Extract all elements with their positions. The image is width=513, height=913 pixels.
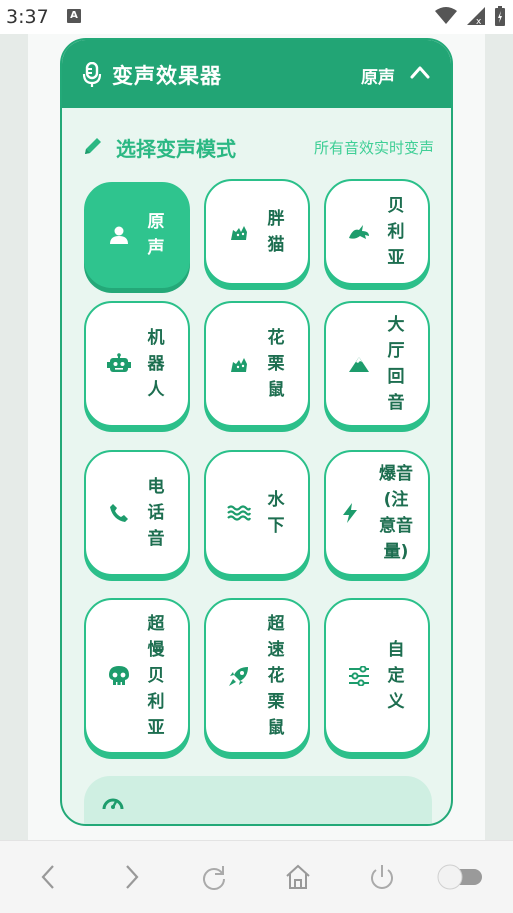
wifi-icon [435, 7, 457, 24]
cat-icon [227, 352, 251, 376]
mode-label: 超慢贝利亚 [147, 614, 165, 738]
mode-label: 胖猫 [267, 209, 285, 255]
mode-button-robot[interactable]: 机器人 [84, 301, 190, 427]
mode-label: 花栗鼠 [267, 328, 285, 400]
mountain-icon [347, 352, 371, 376]
home-icon[interactable] [284, 863, 312, 891]
signal-icon: x [467, 7, 485, 25]
mode-label: 自定义 [387, 640, 405, 712]
current-mode-label: 原声 [361, 68, 395, 88]
mode-label: 原声 [147, 212, 165, 258]
mode-label: 贝利亚 [387, 196, 405, 268]
bolt-icon [338, 501, 362, 525]
notification-icon: A [67, 9, 81, 23]
mode-button-underwater[interactable]: 水下 [204, 450, 310, 576]
mode-button-hall-echo[interactable]: 大厅回音 [324, 301, 430, 427]
status-time: 3:37 [6, 6, 49, 28]
status-bar: 3:37 A x [0, 0, 513, 34]
mode-button-original[interactable]: 原声 [84, 182, 190, 288]
person-icon [107, 223, 131, 247]
mode-label: 爆音(注意音量) [379, 464, 413, 562]
bottom-panel [84, 776, 432, 824]
skull-icon [107, 664, 131, 688]
mode-label: 电话音 [147, 477, 165, 549]
mode-button-super-slow-belial[interactable]: 超慢贝利亚 [84, 598, 190, 754]
toggle-switch[interactable] [434, 863, 486, 891]
water-icon [227, 501, 251, 525]
section-title: 选择变声模式 [116, 137, 236, 161]
mode-label: 大厅回音 [387, 315, 405, 413]
dragon-icon [347, 220, 371, 244]
robot-icon [107, 352, 131, 376]
power-icon[interactable] [368, 863, 396, 891]
mode-button-belial[interactable]: 贝利亚 [324, 179, 430, 285]
gauge-icon [102, 798, 124, 810]
back-icon[interactable] [38, 863, 58, 891]
mode-label: 超速花栗鼠 [267, 614, 285, 738]
section-header: 选择变声模式 所有音效实时变声 [82, 132, 434, 162]
svg-text:x: x [476, 17, 482, 25]
mode-button-telephone[interactable]: 电话音 [84, 450, 190, 576]
mode-button-custom[interactable]: 自定义 [324, 598, 430, 754]
section-hint: 所有音效实时变声 [313, 139, 434, 157]
mode-button-loud[interactable]: 爆音(注意音量) [324, 450, 430, 576]
mode-button-super-fast-chipmunk[interactable]: 超速花栗鼠 [204, 598, 310, 754]
battery-icon [495, 6, 505, 26]
chevron-up-icon[interactable] [409, 62, 431, 84]
mode-label: 机器人 [147, 328, 165, 400]
browser-nav-bar [0, 840, 513, 913]
sliders-icon [347, 664, 371, 688]
cat-icon [227, 220, 251, 244]
forward-icon[interactable] [122, 863, 142, 891]
voice-changer-card: 变声效果器 原声 选择变声模式 所有音效实时变声 原声 胖猫 贝利亚 机器人 花… [60, 38, 453, 826]
card-header[interactable]: 变声效果器 原声 [62, 40, 451, 108]
microphone-icon [82, 62, 102, 87]
app-title: 变声效果器 [112, 64, 222, 88]
refresh-icon[interactable] [200, 863, 228, 891]
phone-icon [107, 501, 131, 525]
mode-button-fat-cat[interactable]: 胖猫 [204, 179, 310, 285]
mode-label: 水下 [267, 490, 285, 536]
pencil-icon [85, 138, 101, 154]
mode-button-chipmunk[interactable]: 花栗鼠 [204, 301, 310, 427]
rocket-icon [227, 664, 251, 688]
